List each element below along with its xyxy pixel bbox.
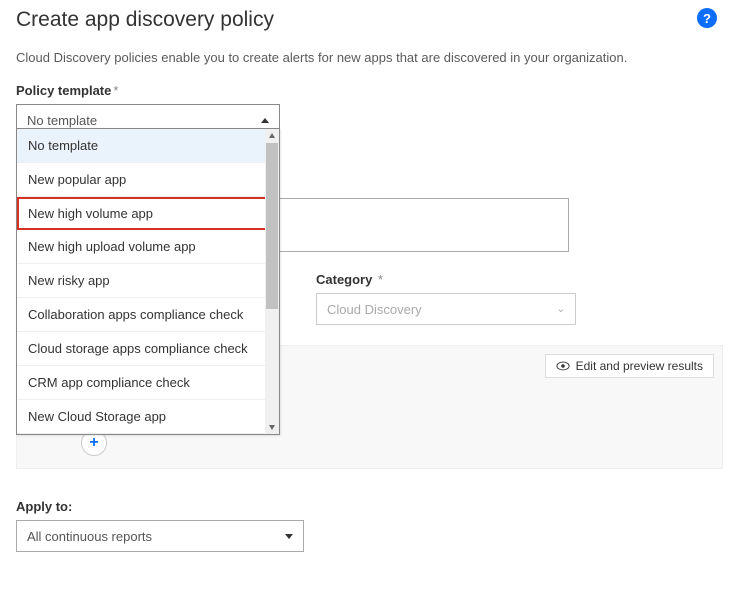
chevron-down-icon: ⌄: [557, 304, 565, 315]
dropdown-option-cloud-storage-compliance[interactable]: Cloud storage apps compliance check: [17, 332, 279, 366]
dropdown-option-collab-compliance[interactable]: Collaboration apps compliance check: [17, 298, 279, 332]
page-title: Create app discovery policy: [16, 8, 274, 32]
apply-to-select[interactable]: All continuous reports: [16, 520, 304, 552]
eye-icon: [556, 361, 570, 371]
policy-template-dropdown: No template New popular app New high vol…: [16, 128, 280, 435]
dropdown-option-new-high-volume-app[interactable]: New high volume app: [17, 197, 279, 230]
chevron-down-icon: [285, 534, 293, 539]
help-icon[interactable]: ?: [697, 8, 717, 28]
scroll-thumb[interactable]: [266, 143, 278, 309]
dropdown-option-crm-compliance[interactable]: CRM app compliance check: [17, 366, 279, 400]
scroll-track[interactable]: [265, 143, 279, 420]
dropdown-scrollbar[interactable]: [265, 129, 279, 434]
dropdown-option-new-cloud-storage-app[interactable]: New Cloud Storage app: [17, 400, 279, 434]
apply-to-label: Apply to:: [16, 499, 723, 514]
scroll-down-icon[interactable]: [265, 420, 279, 434]
chevron-up-icon: [261, 118, 269, 123]
edit-preview-label: Edit and preview results: [576, 359, 703, 373]
dropdown-option-new-high-upload-volume-app[interactable]: New high upload volume app: [17, 230, 279, 264]
category-label: Category *: [316, 272, 576, 287]
policy-template-value: No template: [27, 113, 97, 128]
dropdown-option-no-template[interactable]: No template: [17, 129, 279, 163]
intro-text: Cloud Discovery policies enable you to c…: [16, 50, 723, 65]
dropdown-option-new-risky-app[interactable]: New risky app: [17, 264, 279, 298]
apply-to-value: All continuous reports: [27, 529, 152, 544]
edit-preview-button[interactable]: Edit and preview results: [545, 354, 714, 378]
category-value: Cloud Discovery: [327, 302, 422, 317]
policy-template-label: Policy template*: [16, 83, 723, 98]
scroll-up-icon[interactable]: [265, 129, 279, 143]
plus-icon: +: [89, 435, 98, 451]
dropdown-option-new-popular-app[interactable]: New popular app: [17, 163, 279, 197]
category-select[interactable]: Cloud Discovery ⌄: [316, 293, 576, 325]
